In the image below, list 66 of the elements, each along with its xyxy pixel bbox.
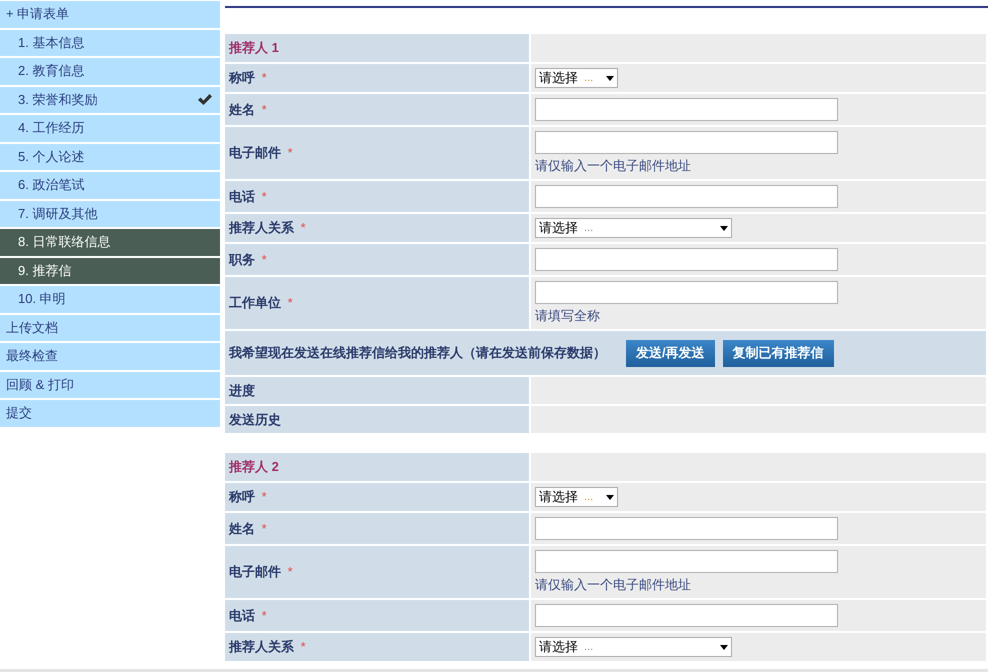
input-field[interactable] [535,550,838,573]
required-mark: * [262,102,267,116]
caret-icon [720,644,728,650]
checkmark-icon [197,93,213,106]
select-dropdown[interactable]: 请选择 ... [535,218,732,238]
input-field[interactable] [535,98,838,121]
section-title: 推荐人 1 [229,40,279,55]
required-mark: * [300,639,306,654]
field-label: 工作单位 [229,295,281,310]
field-label: 电子邮件 [229,564,281,579]
field-label: 姓名 [229,102,255,116]
field-label: 发送历史 [229,412,281,426]
field-label: 进度 [229,382,255,398]
required-mark: * [262,70,267,85]
input-field[interactable] [535,131,838,154]
field-label: 称呼 [229,70,255,85]
sidebar-item[interactable]: 6. 政治笔试 [0,172,220,200]
caret-icon [720,226,728,230]
input-field[interactable] [535,517,838,540]
input-field[interactable] [535,248,838,271]
caret-icon [606,494,614,500]
field-label: 推荐人关系 [229,639,294,654]
field-hint: 请仅输入一个电子邮件地址 [535,576,692,594]
sidebar-item[interactable]: 3. 荣誉和奖励 [0,86,220,115]
sidebar-item[interactable]: + 申请表单 [0,1,220,30]
sidebar-item[interactable]: 2. 教育信息 [0,58,220,86]
sidebar-item[interactable]: 4. 工作经历 [0,115,220,144]
sidebar-item[interactable]: 提交 [0,400,220,428]
field-hint: 请仅输入一个电子邮件地址 [535,157,692,175]
sidebar-item[interactable]: 7. 调研及其他 [0,200,220,229]
sidebar-item[interactable]: 上传文档 [0,314,220,343]
required-mark: * [300,220,306,235]
action-button[interactable]: 发送/再发送 [626,340,715,366]
required-mark: * [288,295,293,310]
sidebar-item[interactable]: 9. 推荐信 [0,258,220,286]
input-field[interactable] [535,604,838,627]
select-dropdown[interactable]: 请选择 ... [535,487,618,507]
field-label: 电话 [229,608,255,622]
required-mark: * [262,188,267,204]
field-hint: 请填写全称 [535,307,601,325]
input-field[interactable] [535,185,838,208]
select-dropdown[interactable]: 请选择 ... [535,68,618,88]
field-label: 推荐人关系 [229,220,294,235]
action-button[interactable]: 复制已有推荐信 [722,340,834,366]
field-label: 电子邮件 [229,145,281,160]
field-label: 电话 [229,188,255,204]
required-mark: * [262,608,267,622]
sidebar-item[interactable]: 1. 基本信息 [0,30,220,58]
caret-icon [606,76,614,80]
field-label: 称呼 [229,489,255,504]
sidebar-item[interactable]: 最终检查 [0,343,220,372]
field-label: 姓名 [229,520,255,536]
sidebar-item[interactable]: 5. 个人论述 [0,144,220,172]
required-mark: * [262,252,267,266]
field-label: 职务 [229,252,255,266]
sidebar-item[interactable]: 10. 申明 [0,286,220,314]
select-dropdown[interactable]: 请选择 ... [535,637,732,657]
input-field[interactable] [535,281,838,304]
required-mark: * [262,520,267,536]
required-mark: * [288,564,293,579]
section-title: 推荐人 2 [229,459,279,474]
required-mark: * [262,489,267,504]
sidebar-item[interactable]: 8. 日常联络信息 [0,229,220,258]
required-mark: * [288,145,293,160]
sidebar-item[interactable]: 回顾 & 打印 [0,372,220,400]
send-instruction: 我希望现在发送在线推荐信给我的推荐人（请在发送前保存数据） [229,344,606,362]
